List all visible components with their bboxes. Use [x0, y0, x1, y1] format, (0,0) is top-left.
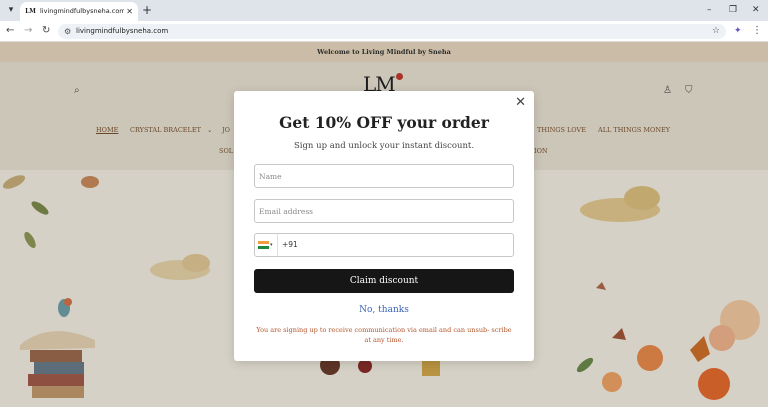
back-icon[interactable]: ← [6, 24, 14, 38]
browser-menu-icon[interactable]: ⋮ [752, 24, 762, 38]
india-flag-icon [258, 241, 269, 249]
tab-title: livingmindfulbysneha.com – Li [40, 7, 124, 15]
reload-icon[interactable]: ↻ [42, 24, 50, 38]
modal-title: Get 10% OFF your order [279, 113, 489, 132]
minimize-icon[interactable]: – [707, 3, 712, 17]
browser-toolbar: ← → ↻ ⚙ livingmindfulbysneha.com ☆ [0, 21, 768, 42]
phone-field[interactable]: ▾ +91 [254, 233, 514, 257]
chevron-down-icon: ▾ [270, 242, 273, 248]
tab-list-icon[interactable]: ▾ [4, 3, 18, 17]
consent-disclaimer: You are signing up to receive communicat… [256, 326, 512, 344]
no-thanks-link[interactable]: No, thanks [234, 304, 534, 316]
site-favicon-icon: LM [25, 8, 36, 15]
browser-tab-bar: ▾ LM livingmindfulbysneha.com – Li ✕ + –… [0, 0, 768, 21]
email-field[interactable] [254, 199, 514, 223]
window-close-icon[interactable]: ✕ [752, 3, 760, 17]
tab-close-icon[interactable]: ✕ [126, 5, 133, 18]
new-tab-icon[interactable]: + [142, 2, 152, 18]
discount-modal: ✕ Get 10% OFF your order Sign up and unl… [234, 91, 534, 361]
name-field[interactable] [254, 164, 514, 188]
site-info-icon[interactable]: ⚙ [64, 24, 71, 39]
close-icon[interactable]: ✕ [515, 95, 526, 111]
claim-discount-button[interactable]: Claim discount [254, 269, 514, 293]
browser-tab[interactable]: LM livingmindfulbysneha.com – Li ✕ [20, 2, 138, 21]
extension-icon[interactable]: ✦ [734, 24, 742, 38]
phone-country-code[interactable]: +91 [282, 234, 298, 256]
address-bar[interactable]: ⚙ livingmindfulbysneha.com ☆ [58, 24, 726, 39]
modal-subtitle: Sign up and unlock your instant discount… [293, 141, 475, 151]
url-text[interactable]: livingmindfulbysneha.com [76, 24, 168, 39]
bookmark-star-icon[interactable]: ☆ [712, 24, 720, 39]
country-selector[interactable]: ▾ [255, 234, 278, 256]
maximize-icon[interactable]: ❐ [729, 3, 737, 17]
forward-icon[interactable]: → [24, 24, 32, 38]
flag-stripe-green [258, 246, 269, 249]
